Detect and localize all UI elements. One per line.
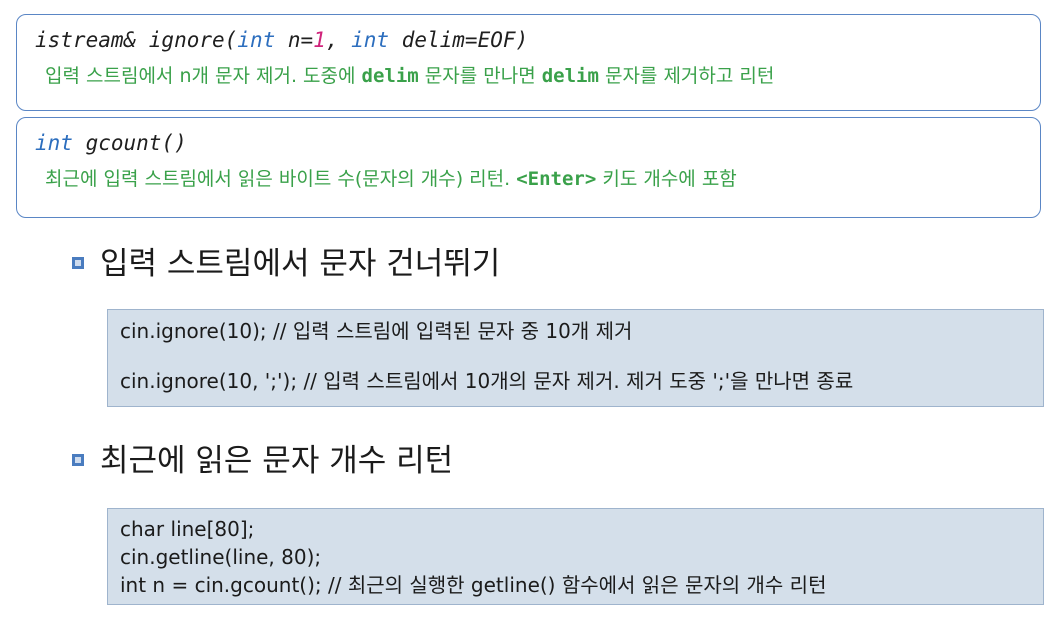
heading-text: 입력 스트림에서 문자 건너뛰기 <box>100 246 501 282</box>
keyword-int: int <box>35 131 73 155</box>
ignore-function-box: istream& ignore(int n=1, int delim=EOF) … <box>16 14 1041 111</box>
ignore-description: 입력 스트림에서 n개 문자 제거. 도중에 delim 문자를 만나면 del… <box>35 61 1022 91</box>
sig-text: istream& ignore( <box>35 28 238 52</box>
sig-text: , <box>325 28 352 52</box>
heading-text: 최근에 읽은 문자 개수 리턴 <box>100 443 454 479</box>
square-bullet-icon <box>72 453 84 466</box>
gcount-description: 최근에 입력 스트림에서 읽은 바이트 수(문자의 개수) 리턴. <Enter… <box>35 164 1022 194</box>
gcount-code-example: char line[80]; cin.getline(line, 80); int … <box>107 508 1044 605</box>
sig-text: delim=EOF) <box>389 28 529 52</box>
code-line: cin.ignore(10); // 입력 스트림에 입력된 문자 중 10개 … <box>120 319 633 343</box>
code-line: cin.getline(line, 80); <box>120 545 322 569</box>
section-heading-skip-chars: 입력 스트림에서 문자 건너뛰기 <box>72 244 500 284</box>
sig-text: n= <box>275 28 314 52</box>
code-line: char line[80]; <box>120 517 255 541</box>
code-line: int n = cin.gcount(); // 최근의 실행한 getline… <box>120 573 827 597</box>
gcount-signature: int gcount() <box>35 128 1022 158</box>
desc-code: delim <box>361 65 419 87</box>
desc-code: delim <box>541 65 599 87</box>
desc-text: 입력 스트림에서 n개 문자 제거. 도중에 <box>45 65 362 87</box>
code-line: cin.ignore(10, ';'); // 입력 스트림에서 10개의 문자… <box>120 369 854 393</box>
code-spacer <box>120 346 1031 366</box>
desc-text: 키도 개수에 포함 <box>596 168 737 190</box>
keyword-int: int <box>237 28 276 52</box>
sig-text: gcount() <box>72 131 187 155</box>
desc-text: 문자를 제거하고 리턴 <box>598 65 775 87</box>
gcount-function-box: int gcount() 최근에 입력 스트림에서 읽은 바이트 수(문자의 개… <box>16 117 1041 218</box>
section-heading-gcount: 최근에 읽은 문자 개수 리턴 <box>72 441 453 481</box>
default-value: 1 <box>313 28 326 52</box>
keyword-int: int <box>351 28 390 52</box>
desc-code: <Enter> <box>516 168 597 190</box>
ignore-code-example: cin.ignore(10); // 입력 스트림에 입력된 문자 중 10개 … <box>107 309 1044 407</box>
square-bullet-icon <box>72 256 84 269</box>
ignore-signature: istream& ignore(int n=1, int delim=EOF) <box>35 25 1022 55</box>
desc-text: 최근에 입력 스트림에서 읽은 바이트 수(문자의 개수) 리턴. <box>45 168 517 190</box>
desc-text: 문자를 만나면 <box>418 65 542 87</box>
